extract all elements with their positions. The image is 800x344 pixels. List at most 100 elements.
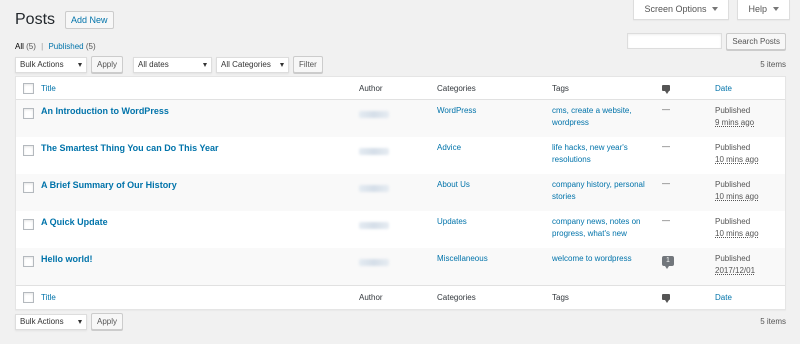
column-date-sort[interactable]: Date	[715, 292, 732, 304]
row-checkbox[interactable]	[23, 108, 34, 119]
category-filter-value: All Categories	[221, 60, 271, 69]
tablenav-bottom: Bulk Actions Apply 5 items	[15, 313, 786, 330]
row-checkbox[interactable]	[23, 182, 34, 193]
select-arrow-icon	[203, 62, 208, 67]
post-category-link[interactable]: About Us	[437, 179, 542, 191]
column-tags: Tags	[552, 84, 569, 93]
post-tags-line[interactable]: welcome to wordpress	[552, 254, 632, 263]
post-title-link[interactable]: A Quick Update	[41, 216, 108, 228]
author-name-redacted[interactable]	[359, 111, 389, 118]
column-author: Author	[359, 84, 383, 93]
filter-button[interactable]: Filter	[293, 56, 323, 73]
post-date: Published 9 mins ago	[715, 105, 754, 129]
screen-options-button[interactable]: Screen Options	[633, 0, 730, 20]
page-title: Posts	[15, 11, 56, 28]
apply-button[interactable]: Apply	[91, 56, 124, 73]
comment-count-bubble[interactable]: 1	[662, 256, 674, 269]
date-filter-select[interactable]: All dates	[133, 56, 213, 73]
post-date: Published 2017/12/01	[715, 253, 755, 277]
row-checkbox[interactable]	[23, 256, 34, 267]
post-category-link[interactable]: Updates	[437, 216, 542, 228]
post-date: Published 10 mins ago	[715, 179, 759, 203]
post-status: Published	[715, 254, 751, 263]
column-comments	[662, 83, 670, 95]
table-row: Hello world! Miscellaneous welcome to wo…	[16, 248, 785, 285]
post-tags-line[interactable]: stories	[552, 192, 576, 201]
post-date-value: 9 mins ago	[715, 118, 755, 127]
apply-button[interactable]: Apply	[91, 313, 124, 330]
bulk-actions-select[interactable]: Bulk Actions	[15, 56, 87, 73]
column-categories: Categories	[437, 84, 476, 93]
author-name-redacted[interactable]	[359, 222, 389, 229]
screen-options-label: Screen Options	[644, 4, 707, 14]
select-all-checkbox[interactable]	[23, 292, 34, 303]
author-name-redacted[interactable]	[359, 185, 389, 192]
post-tags: cms, create a website, wordpress	[552, 105, 657, 129]
help-button[interactable]: Help	[737, 0, 790, 20]
post-date-value: 10 mins ago	[715, 229, 759, 238]
column-comments	[662, 292, 670, 304]
column-tags: Tags	[552, 293, 569, 302]
post-tags-line[interactable]: wordpress	[552, 118, 589, 127]
post-tags-line[interactable]: company history, personal	[552, 180, 645, 189]
post-category-link[interactable]: WordPress	[437, 105, 542, 117]
column-author: Author	[359, 293, 383, 302]
post-status-views: All (5) | Published (5)	[15, 42, 96, 51]
post-category-link[interactable]: Miscellaneous	[437, 253, 542, 265]
post-category-link[interactable]: Advice	[437, 142, 542, 154]
bulk-actions-select[interactable]: Bulk Actions	[15, 313, 87, 330]
post-date-value: 10 mins ago	[715, 155, 759, 164]
table-header: Title Author Categories Tags Date	[16, 77, 785, 100]
select-arrow-icon	[78, 62, 82, 67]
author-name-redacted[interactable]	[359, 259, 389, 266]
view-published-link[interactable]: Published	[48, 42, 83, 51]
post-title-link[interactable]: A Brief Summary of Our History	[41, 179, 177, 191]
bulk-actions-value: Bulk Actions	[20, 317, 64, 326]
posts-table: Title Author Categories Tags Date An Int…	[15, 76, 786, 310]
caret-down-icon	[773, 7, 779, 11]
add-new-button[interactable]: Add New	[65, 11, 114, 29]
category-filter-select[interactable]: All Categories	[216, 56, 290, 73]
post-tags-line[interactable]: company news, notes on	[552, 217, 641, 226]
post-date: Published 10 mins ago	[715, 216, 759, 240]
post-comments: —	[662, 179, 670, 188]
post-date-value: 10 mins ago	[715, 192, 759, 201]
view-all-count: (5)	[26, 42, 36, 51]
post-tags-line[interactable]: cms, create a website,	[552, 106, 632, 115]
post-comments: —	[662, 142, 670, 151]
post-title-link[interactable]: The Smartest Thing You can Do This Year	[41, 142, 219, 154]
column-date-sort[interactable]: Date	[715, 83, 732, 95]
post-tags: life hacks, new year's resolutions	[552, 142, 657, 166]
post-date: Published 10 mins ago	[715, 142, 759, 166]
row-checkbox[interactable]	[23, 219, 34, 230]
post-status: Published	[715, 106, 751, 115]
view-all-link[interactable]: All	[15, 42, 24, 51]
post-title-link[interactable]: An Introduction to WordPress	[41, 105, 169, 117]
column-categories: Categories	[437, 293, 476, 302]
post-comments: —	[662, 216, 670, 225]
tablenav-top: Bulk Actions Apply All dates All Categor…	[15, 56, 786, 73]
select-all-checkbox[interactable]	[23, 83, 34, 94]
post-tags: company history, personal stories	[552, 179, 657, 203]
view-separator: |	[41, 42, 44, 51]
post-tags-line[interactable]: progress, what's new	[552, 229, 627, 238]
column-title-sort[interactable]: Title	[41, 83, 56, 95]
comment-icon	[662, 294, 670, 303]
items-count: 5 items	[760, 317, 786, 326]
date-filter-value: All dates	[138, 60, 169, 69]
search-posts-button[interactable]: Search Posts	[726, 33, 786, 50]
post-tags: company news, notes on progress, what's …	[552, 216, 657, 240]
select-arrow-icon	[280, 62, 285, 67]
select-arrow-icon	[78, 319, 82, 324]
post-tags-line[interactable]: life hacks, new year's	[552, 143, 628, 152]
post-date-value: 2017/12/01	[715, 266, 756, 275]
caret-down-icon	[712, 7, 719, 11]
post-title-link[interactable]: Hello world!	[41, 253, 93, 265]
column-title-sort[interactable]: Title	[41, 292, 56, 304]
post-tags-line[interactable]: resolutions	[552, 155, 591, 164]
post-status: Published	[715, 143, 751, 152]
table-row: The Smartest Thing You can Do This Year …	[16, 137, 785, 174]
search-input[interactable]	[627, 33, 723, 49]
author-name-redacted[interactable]	[359, 148, 389, 155]
row-checkbox[interactable]	[23, 145, 34, 156]
